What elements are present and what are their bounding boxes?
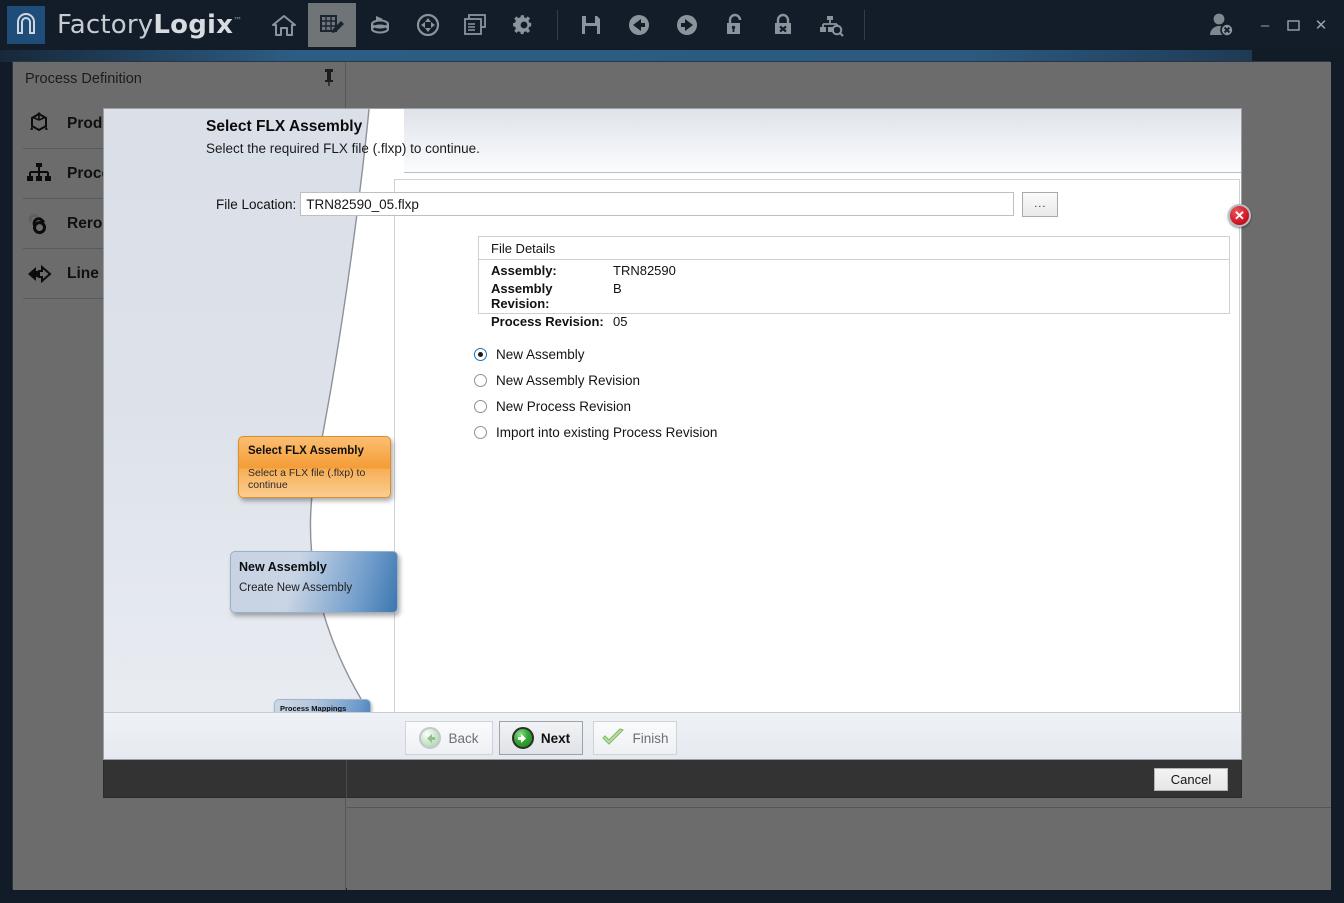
dialog-subtitle: Select the required FLX file (.flxp) to … (206, 141, 480, 156)
detail-value: B (613, 281, 622, 311)
forward-arrow-icon (512, 727, 534, 749)
line-arrows-icon (23, 263, 55, 285)
dialog-title: Select FLX Assembly (206, 118, 362, 136)
title-bar: FactoryLogix™ (0, 0, 1344, 50)
radio-option-new-process-revision[interactable]: New Process Revision (474, 393, 717, 419)
pin-icon[interactable] (322, 68, 336, 91)
detail-key: Assembly: (491, 263, 613, 278)
brand-trademark: ™ (233, 16, 242, 26)
detail-value: TRN82590 (613, 263, 676, 278)
panel-header: Process Definition (13, 62, 346, 95)
check-icon (601, 728, 625, 748)
detail-row: Assembly Revision: B (491, 281, 1229, 311)
detail-key: Process Revision: (491, 314, 613, 329)
wizard-step-new-assembly[interactable]: New Assembly Create New Assembly (230, 551, 398, 613)
file-details-group: File Details Assembly: TRN82590 Assembly… (478, 236, 1230, 314)
navigator-icon[interactable] (404, 3, 452, 47)
radio-label: New Process Revision (496, 399, 631, 414)
wizard-step-select-flx-assembly[interactable]: Select FLX Assembly Select a FLX file (.… (238, 436, 391, 498)
radio-option-new-assembly-revision[interactable]: New Assembly Revision (474, 367, 717, 393)
save-icon[interactable] (567, 3, 615, 47)
toolbar-separator-1 (557, 10, 558, 40)
lock-delete-icon[interactable] (759, 3, 807, 47)
dialog-footer: Cancel (103, 760, 1242, 798)
radio-indicator[interactable] (474, 400, 487, 413)
file-details-header: File Details (479, 237, 1229, 260)
back-arrow-icon[interactable] (615, 3, 663, 47)
home-icon[interactable] (260, 3, 308, 47)
reroute-link-icon (23, 211, 55, 237)
detail-key: Assembly Revision: (491, 281, 613, 311)
radio-label: Import into existing Process Revision (496, 425, 717, 440)
brand-title: FactoryLogix™ (57, 10, 242, 40)
detail-row: Process Revision: 05 (491, 314, 1229, 329)
wizard-button-bar: Back Next Finish (104, 712, 1242, 760)
minimize-button[interactable]: – (1252, 10, 1278, 40)
back-button[interactable]: Back (405, 721, 493, 755)
process-search-icon[interactable] (807, 3, 855, 47)
finish-button[interactable]: Finish (593, 721, 677, 755)
forward-arrow-icon[interactable] (663, 3, 711, 47)
process-tree-icon (23, 161, 55, 187)
unlock-icon[interactable] (711, 3, 759, 47)
file-location-label: File Location: (216, 197, 296, 212)
radio-indicator[interactable] (474, 426, 487, 439)
brand-suffix: Logix (153, 10, 233, 40)
close-button[interactable]: ✕ (1308, 10, 1334, 40)
settings-gear-icon[interactable] (500, 3, 548, 47)
content-divider (347, 807, 1331, 808)
wizard-step-title: Select FLX Assembly (248, 445, 364, 457)
materials-icon[interactable] (356, 3, 404, 47)
file-location-row: File Location: ... (216, 192, 1236, 216)
next-button[interactable]: Next (499, 721, 583, 755)
product-cube-icon (23, 111, 55, 137)
back-button-label: Back (448, 731, 478, 746)
dialog-header (404, 109, 1242, 173)
wizard-step-subtitle: Create New Assembly (239, 582, 352, 594)
footer-divider (346, 760, 347, 798)
radio-label: New Assembly (496, 347, 585, 362)
next-button-label: Next (541, 731, 570, 746)
file-location-input[interactable] (300, 192, 1014, 216)
maximize-button[interactable] (1280, 10, 1306, 40)
factorylogix-logo-icon (7, 6, 45, 44)
radio-option-new-assembly[interactable]: New Assembly (474, 341, 717, 367)
radio-label: New Assembly Revision (496, 373, 640, 388)
back-arrow-icon (419, 727, 441, 749)
select-flx-assembly-dialog: Select FLX Assembly Select the required … (103, 108, 1242, 798)
panel-title: Process Definition (25, 71, 142, 87)
radio-indicator[interactable] (474, 374, 487, 387)
detail-value: 05 (613, 314, 627, 329)
wizard-step-title: New Assembly (239, 560, 327, 574)
wizard-step-subtitle: Select a FLX file (.flxp) to continue (248, 467, 390, 491)
browse-button[interactable]: ... (1022, 192, 1058, 217)
radio-option-import-existing-process-revision[interactable]: Import into existing Process Revision (474, 419, 717, 445)
detail-row: Assembly: TRN82590 (491, 263, 1229, 278)
finish-button-label: Finish (632, 731, 668, 746)
main-toolbar (260, 0, 874, 50)
process-definition-icon[interactable] (308, 3, 356, 47)
close-icon[interactable]: ✕ (1228, 204, 1251, 227)
radio-indicator[interactable] (474, 348, 487, 361)
cancel-button[interactable]: Cancel (1154, 768, 1228, 791)
import-mode-radio-group: New Assembly New Assembly Revision New P… (474, 341, 717, 445)
application-window: FactoryLogix™ (0, 0, 1344, 903)
dialog-body: Select FLX Assembly Select the required … (103, 108, 1242, 760)
user-logout-icon[interactable] (1206, 11, 1236, 39)
window-controls: – ✕ (1206, 0, 1334, 50)
toolbar-separator-2 (864, 10, 865, 40)
brand-prefix: Factory (57, 10, 153, 40)
reports-icon[interactable] (452, 3, 500, 47)
